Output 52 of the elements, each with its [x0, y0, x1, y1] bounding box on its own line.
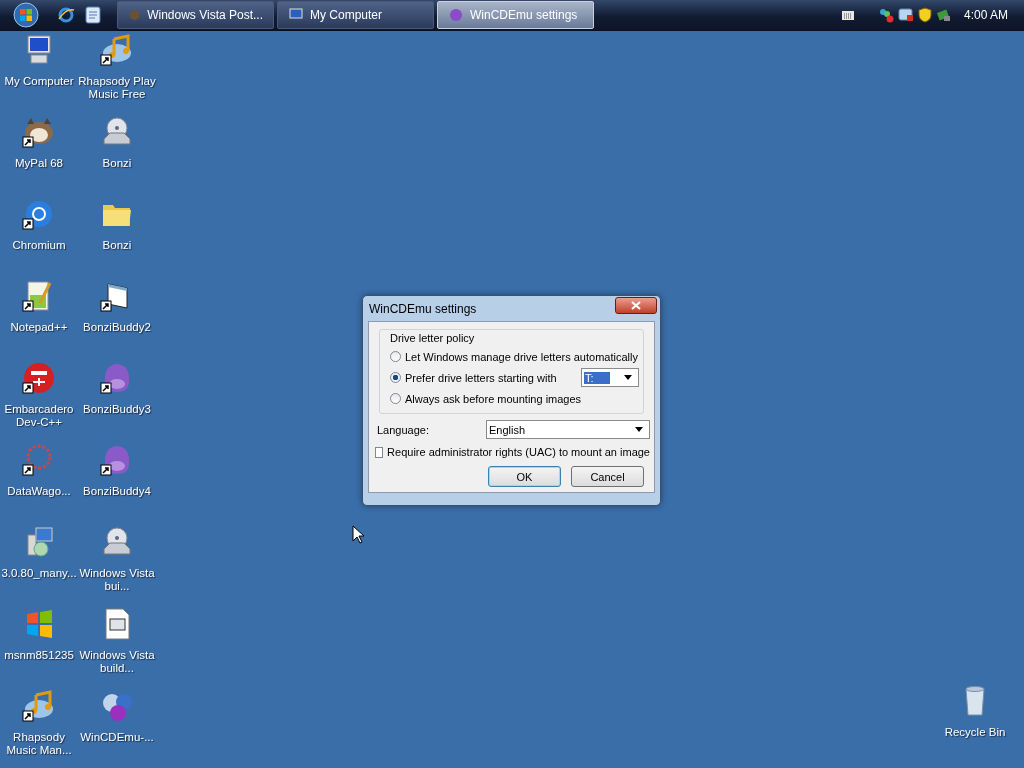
desktop-icon-label[interactable]: Windows Vista build... — [78, 649, 156, 675]
taskbar-button[interactable]: Windows Vista Post... — [117, 1, 274, 29]
cancel-button[interactable]: Cancel — [571, 466, 644, 487]
music-icon[interactable] — [22, 689, 56, 723]
radio-option[interactable]: Always ask before mounting images — [390, 392, 582, 405]
desktop-icon-label[interactable]: MyPal 68 — [0, 157, 78, 170]
desktop-icon-label[interactable]: Chromium — [0, 239, 78, 252]
caret-icon — [624, 375, 632, 380]
dev-icon[interactable] — [22, 361, 56, 395]
desktop-icon-label[interactable]: WinCDEmu-... — [78, 731, 156, 744]
keyboard-icon[interactable] — [841, 9, 854, 21]
tray-app-icon[interactable] — [935, 7, 952, 23]
shield-icon[interactable] — [917, 7, 932, 23]
taskbar-button[interactable]: My Computer — [277, 1, 434, 29]
ok-button[interactable]: OK — [488, 466, 561, 487]
desktop-icon-label[interactable]: Notepad++ — [0, 321, 78, 334]
desktop-icon-label[interactable]: Recycle Bin — [936, 726, 1014, 739]
window-title: WinCDEmu settings — [369, 301, 477, 316]
start-button[interactable] — [11, 0, 41, 30]
desktop-icon-label[interactable]: BonziBuddy3 — [78, 403, 156, 416]
uac-checkbox[interactable]: Require administrator rights (UAC) to mount an image — [375, 446, 650, 458]
document-icon[interactable] — [85, 6, 101, 24]
desktop-icon-label[interactable]: msnm851235 — [0, 649, 78, 662]
desktop-icon-label[interactable]: Rhapsody Music Man... — [0, 731, 78, 757]
group-title: Drive letter policy — [388, 332, 477, 344]
app-icon — [448, 7, 464, 23]
desktop-icon-label[interactable]: BonziBuddy2 — [78, 321, 156, 334]
desktop-icon-label[interactable]: My Computer — [0, 75, 78, 88]
taskbar-button[interactable]: WinCDEmu settings — [437, 1, 594, 29]
drive-letter-dropdown[interactable]: T: — [581, 368, 639, 387]
desktop-icon-label[interactable]: Bonzi — [78, 239, 156, 252]
language-label: Language: — [377, 423, 429, 436]
monitor-icon[interactable] — [897, 7, 914, 23]
desktop-icon-label[interactable]: 3.0.80_many... — [0, 567, 78, 580]
desktop-icon-label[interactable]: Rhapsody Play Music Free — [78, 75, 156, 101]
app-icon — [128, 7, 142, 23]
cursor-icon — [352, 525, 364, 544]
close-button[interactable] — [615, 297, 657, 314]
radio-option[interactable]: Let Windows manage drive letters automatically — [390, 350, 638, 363]
caret-icon — [635, 427, 643, 432]
network-icon[interactable] — [877, 7, 894, 23]
radio-option[interactable]: Prefer drive letters starting with — [390, 371, 557, 384]
language-dropdown[interactable]: English — [486, 420, 650, 439]
browser-icon[interactable] — [57, 6, 75, 24]
music-icon[interactable] — [100, 33, 134, 67]
clock[interactable]: 4:00 AM — [963, 8, 1008, 22]
close-icon — [631, 301, 641, 310]
desktop-icon-label[interactable]: Windows Vista bui... — [78, 567, 156, 593]
desktop-icon-label[interactable]: Bonzi — [78, 157, 156, 170]
desktop-icon-label[interactable]: Embarcadero Dev-C++ — [0, 403, 78, 429]
desktop-icon-label[interactable]: BonziBuddy4 — [78, 485, 156, 498]
desktop-icon-label[interactable]: DataWago... — [0, 485, 78, 498]
